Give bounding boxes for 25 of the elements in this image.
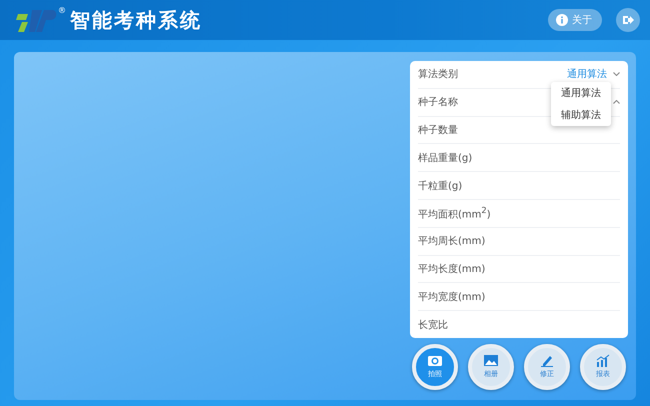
- app-title: 智能考种系统: [70, 6, 202, 34]
- parameter-label: 种子数量: [418, 124, 459, 137]
- parameter-label: 算法类别: [418, 68, 459, 82]
- logout-button[interactable]: [616, 8, 640, 32]
- parameter-label: 样品重量(g): [418, 152, 474, 165]
- parameter-label: 平均面积(mm$^{2}$): [418, 205, 492, 222]
- parameter-label: 长宽比: [418, 318, 449, 332]
- registered-mark: ®: [58, 6, 66, 15]
- parameter-label: 平均周长(mm): [418, 234, 486, 248]
- info-icon: [556, 14, 568, 26]
- chevron-icon: [613, 100, 620, 104]
- parameter-label: 千粒重(g): [418, 180, 464, 193]
- parameter-label: 平均长度(mm): [418, 262, 486, 276]
- logout-icon: [622, 14, 634, 26]
- pencil-icon: [539, 354, 555, 368]
- dropdown-option[interactable]: 辅助算法: [551, 104, 611, 126]
- about-button[interactable]: 关于: [548, 9, 602, 31]
- camera-icon: [427, 354, 443, 368]
- image-icon: [483, 354, 499, 368]
- select-value[interactable]: 通用算法: [567, 67, 607, 82]
- parameter-label: 平均宽度(mm): [418, 290, 486, 304]
- chevron-icon: [613, 72, 620, 76]
- dropdown-option[interactable]: 通用算法: [551, 82, 611, 104]
- parameter-label: 种子名称: [418, 96, 459, 110]
- bar-chart-icon: [595, 354, 611, 368]
